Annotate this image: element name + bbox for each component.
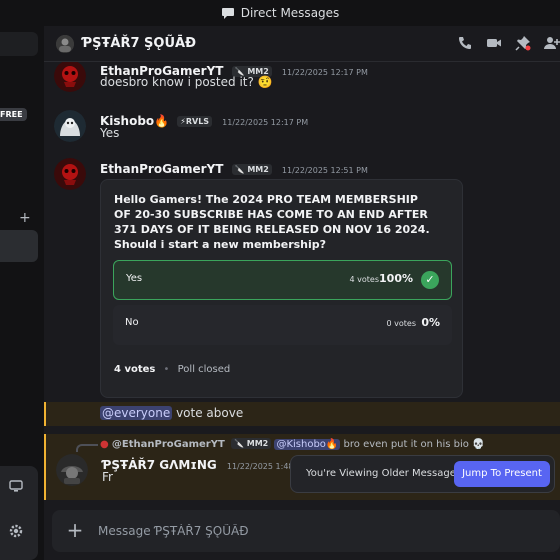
everyone-mention[interactable]: @everyone — [100, 406, 173, 420]
avatar[interactable] — [54, 62, 86, 92]
clan-badge: 🔪 MM2 — [231, 164, 272, 175]
avatar[interactable] — [54, 158, 86, 190]
message-author[interactable]: ƤŞŦȦŘ7 GΛMɪNG — [102, 458, 217, 472]
poll-question: Hello Gamers! The 2024 PRO TEAM MEMBERSH… — [114, 193, 430, 251]
poll-option-label: No — [125, 317, 139, 328]
poll-status: Poll closed — [177, 364, 231, 375]
dm-search-input[interactable] — [0, 32, 38, 56]
message-text: Yes — [100, 126, 120, 140]
reply-spine — [76, 444, 98, 452]
poll-footer: 4 votes • Poll closed — [114, 364, 231, 375]
pin-icon[interactable] — [515, 35, 531, 51]
poll-option-yes[interactable]: Yes 4 votes 100% ✓ — [113, 260, 452, 300]
message-list: EthanProGamerYT 🔪 MM2 11/22/2025 12:17 P… — [44, 62, 560, 506]
thinking-emoji: 🤨 — [257, 75, 273, 89]
message-timestamp: 11/22/2025 12:17 PM — [281, 68, 368, 77]
dm-icon — [221, 7, 235, 19]
call-icon[interactable] — [457, 35, 473, 51]
avatar[interactable] — [56, 454, 88, 486]
message-text: vote above — [176, 406, 244, 420]
window-titlebar: Direct Messages — [0, 0, 560, 26]
check-icon: ✓ — [421, 271, 439, 289]
older-messages-bar: You're Viewing Older Messages Jump To Pr… — [290, 455, 555, 493]
reply-reference[interactable]: ● @EthanProGamerYT 🔪 MM2 @Kishobo🔥 bro e… — [100, 438, 485, 450]
avatar[interactable] — [54, 110, 86, 142]
poll-option-percent: 100% — [379, 272, 413, 285]
clan-badge: ⚡RVLS — [177, 116, 213, 127]
message-input[interactable] — [98, 520, 538, 542]
poll-option-votes: 4 votes — [349, 275, 380, 284]
video-icon[interactable] — [486, 35, 502, 51]
plus-icon[interactable]: + — [64, 519, 86, 541]
older-messages-text: You're Viewing Older Messages — [306, 468, 462, 479]
window-title: Direct Messages — [240, 6, 340, 20]
add-member-icon[interactable] — [544, 35, 560, 51]
message-text: doesbro know i posted it? — [100, 75, 254, 89]
sidebar-selected-dm[interactable] — [0, 230, 38, 262]
mic-icon[interactable] — [9, 478, 23, 492]
dm-sidebar: FREE + — [0, 26, 44, 560]
dm-title: ƤŞŦȦŘ7 ŞǪŨĀĐ — [82, 36, 196, 51]
create-dm-plus-icon[interactable]: + — [19, 210, 31, 226]
dm-header: ƤŞŦȦŘ7 ŞǪŨĀĐ — [44, 26, 560, 62]
message-author[interactable]: EthanProGamerYT — [100, 162, 223, 176]
dm-avatar[interactable] — [56, 34, 74, 53]
poll-option-no[interactable]: No 0 votes 0% — [113, 305, 452, 345]
poll-option-label: Yes — [126, 273, 143, 284]
poll-option-percent: 0% — [421, 316, 440, 329]
poll-card: Hello Gamers! The 2024 PRO TEAM MEMBERSH… — [100, 179, 463, 398]
message-timestamp: 11/22/2025 12:17 PM — [222, 118, 309, 127]
mention-message: @everyone vote above — [44, 402, 560, 426]
message-composer: + — [52, 510, 560, 552]
poll-option-votes: 0 votes — [386, 319, 417, 328]
message-timestamp: 11/22/2025 12:51 PM — [281, 166, 368, 175]
message-text: Fr — [102, 470, 113, 484]
poll-total-votes: 4 votes — [114, 364, 156, 375]
free-badge: FREE — [0, 108, 27, 121]
gear-icon[interactable] — [8, 523, 24, 539]
jump-to-present-button[interactable]: Jump To Present — [454, 461, 550, 487]
